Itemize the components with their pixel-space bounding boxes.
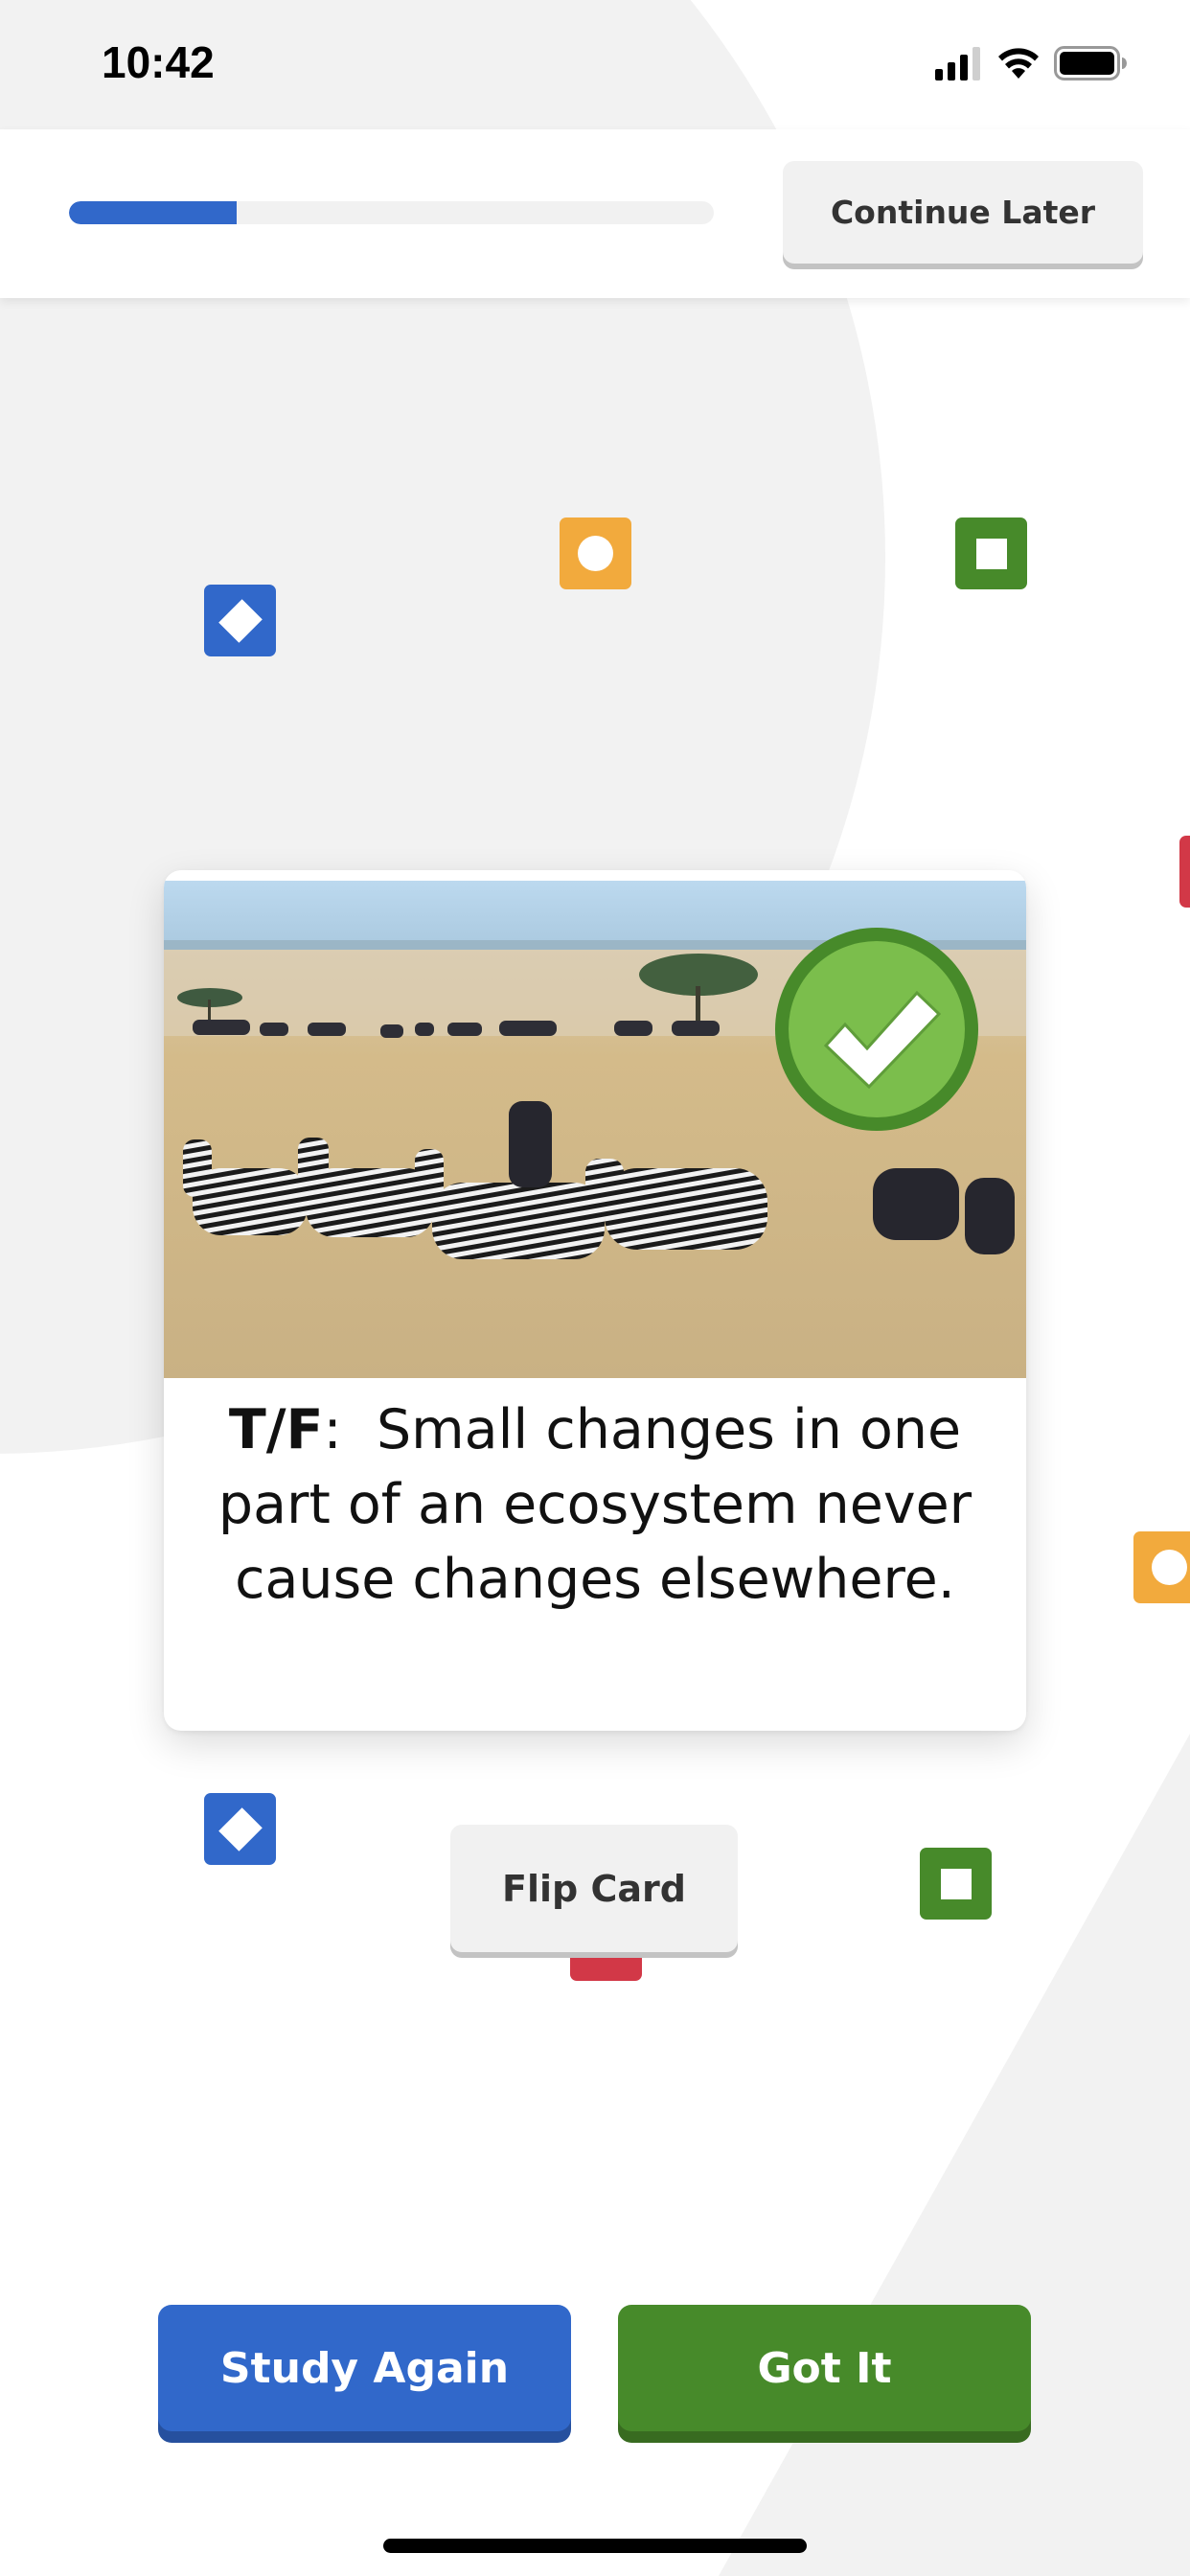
decor-tile-square — [920, 1848, 992, 1920]
signal-icon — [935, 47, 980, 80]
circle-icon — [1152, 1550, 1187, 1585]
got-it-button[interactable]: Got It — [618, 2305, 1031, 2431]
question-separator: : — [323, 1398, 377, 1461]
status-bar: 10:42 — [0, 0, 1190, 129]
continue-later-button[interactable]: Continue Later — [783, 161, 1143, 264]
card-image — [164, 881, 1026, 1378]
status-icons — [935, 46, 1127, 80]
decor-tile-diamond — [204, 585, 276, 656]
progress-fill — [69, 201, 237, 224]
diamond-icon — [217, 598, 263, 643]
check-circle-icon — [775, 928, 978, 1131]
flip-card-button[interactable]: Flip Card — [450, 1825, 738, 1952]
header: Continue Later — [0, 129, 1190, 298]
card-question: T/F: Small changes in one part of an eco… — [183, 1392, 1007, 1617]
decor-tile-red-edge — [1179, 836, 1190, 908]
decor-tile-square — [955, 518, 1027, 589]
decor-tile-circle — [1133, 1531, 1190, 1603]
decor-tile-diamond — [204, 1793, 276, 1865]
square-icon — [975, 538, 1007, 569]
progress-bar — [69, 201, 714, 224]
decor-tile-circle — [560, 518, 631, 589]
diamond-icon — [217, 1806, 263, 1852]
circle-icon — [578, 536, 613, 571]
battery-icon — [1054, 46, 1127, 80]
square-icon — [940, 1868, 972, 1899]
wifi-icon — [998, 48, 1039, 79]
status-time: 10:42 — [102, 37, 215, 87]
question-prefix: T/F — [228, 1398, 324, 1461]
home-indicator[interactable] — [383, 2539, 807, 2553]
study-again-button[interactable]: Study Again — [158, 2305, 571, 2431]
flashcard[interactable]: T/F: Small changes in one part of an eco… — [164, 870, 1026, 1731]
